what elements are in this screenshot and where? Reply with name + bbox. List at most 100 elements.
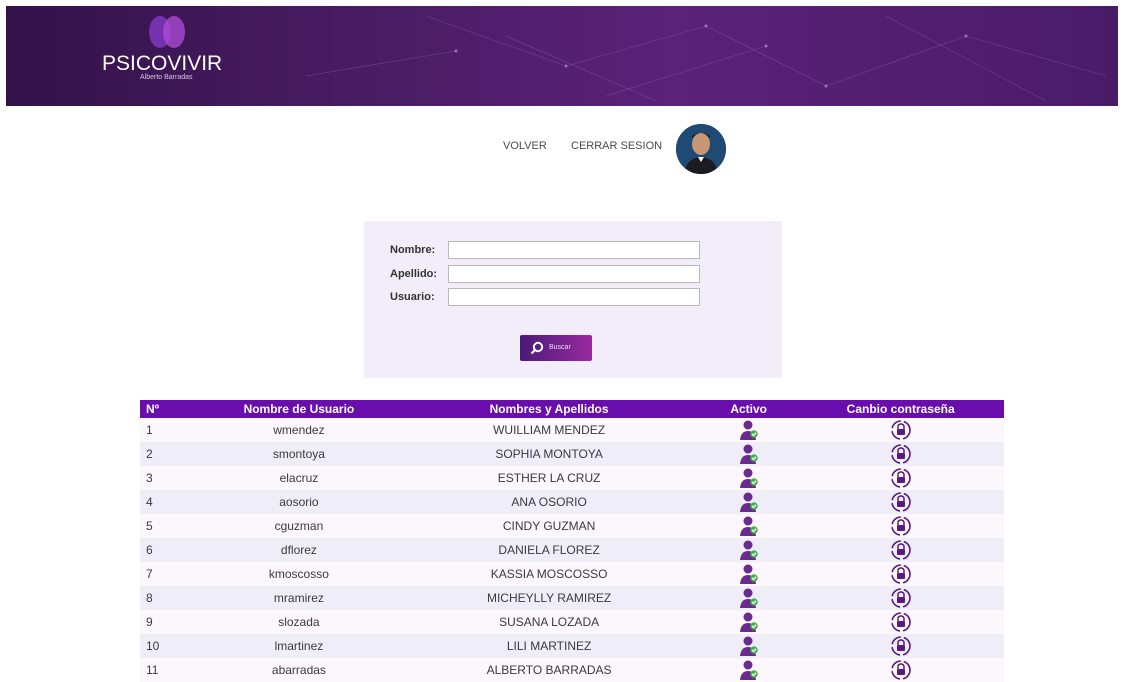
user-avatar[interactable] [676,124,726,174]
users-table: Nº Nombre de Usuario Nombres y Apellidos… [140,400,1004,682]
row-number: 10 [140,634,200,658]
search-button-label: Buscar [549,344,571,351]
user-active-icon[interactable] [739,563,759,585]
row-fullname: MICHEYLLY RAMIREZ [398,586,700,610]
password-change-icon[interactable] [890,419,912,441]
password-change-icon[interactable] [890,659,912,681]
password-change-icon[interactable] [890,467,912,489]
logout-link[interactable]: CERRAR SESION [571,140,662,152]
row-fullname: LILI MARTINEZ [398,634,700,658]
row-number: 2 [140,442,200,466]
usuario-input[interactable] [448,288,700,306]
row-fullname: ESTHER LA CRUZ [398,466,700,490]
row-active-cell [699,442,798,466]
table-row: 2 smontoya SOPHIA MONTOYA [140,442,1004,466]
row-username: mramirez [199,586,399,610]
row-active-cell [699,514,798,538]
user-active-icon[interactable] [739,419,759,441]
row-number: 6 [140,538,200,562]
table-row: 6 dflorez DANIELA FLOREZ [140,538,1004,562]
search-panel: Nombre: Apellido: Usuario: Buscar [364,221,782,378]
password-change-icon[interactable] [890,443,912,465]
password-change-icon[interactable] [890,491,912,513]
row-active-cell [699,634,798,658]
row-number: 8 [140,586,200,610]
person-photo-icon [676,124,726,174]
row-username: kmoscosso [199,562,399,586]
row-password-cell [797,610,1004,634]
row-fullname: SOPHIA MONTOYA [398,442,700,466]
row-active-cell [699,562,798,586]
row-username: elacruz [199,466,399,490]
row-username: abarradas [199,658,399,682]
table-row: 10 lmartinez LILI MARTINEZ [140,634,1004,658]
row-number: 11 [140,658,200,682]
row-fullname: WUILLIAM MENDEZ [398,418,700,442]
logo-title: PSICOVIVIR [102,52,223,75]
table-row: 9 slozada SUSANA LOZADA [140,610,1004,634]
row-number: 3 [140,466,200,490]
row-password-cell [797,490,1004,514]
password-change-icon[interactable] [890,563,912,585]
user-active-icon[interactable] [739,467,759,489]
row-fullname: ANA OSORIO [398,490,700,514]
col-header-number: Nº [140,400,200,418]
row-fullname: CINDY GUZMAN [398,514,700,538]
row-active-cell [699,538,798,562]
row-username: lmartinez [199,634,399,658]
row-password-cell [797,586,1004,610]
row-active-cell [699,490,798,514]
row-fullname: DANIELA FLOREZ [398,538,700,562]
password-change-icon[interactable] [890,515,912,537]
col-header-username: Nombre de Usuario [199,400,399,418]
logo-subtitle: Alberto Barradas [140,74,193,81]
password-change-icon[interactable] [890,635,912,657]
row-active-cell [699,418,798,442]
col-header-fullname: Nombres y Apellidos [398,400,700,418]
col-header-active: Activo [699,400,798,418]
row-fullname: KASSIA MOSCOSSO [398,562,700,586]
row-number: 9 [140,610,200,634]
row-number: 5 [140,514,200,538]
usuario-label: Usuario: [390,291,435,303]
user-active-icon[interactable] [739,611,759,633]
user-active-icon[interactable] [739,443,759,465]
nombre-label: Nombre: [390,244,436,256]
table-row: 3 elacruz ESTHER LA CRUZ [140,466,1004,490]
row-active-cell [699,466,798,490]
header-banner: PSICOVIVIR Alberto Barradas [6,6,1118,106]
row-username: aosorio [199,490,399,514]
row-fullname: SUSANA LOZADA [398,610,700,634]
row-active-cell [699,658,798,682]
psicovivir-logo[interactable]: PSICOVIVIR Alberto Barradas [102,14,242,84]
user-active-icon[interactable] [739,635,759,657]
row-password-cell [797,442,1004,466]
row-username: smontoya [199,442,399,466]
nombre-input[interactable] [448,241,700,259]
table-row: 1 wmendez WUILLIAM MENDEZ [140,418,1004,442]
password-change-icon[interactable] [890,539,912,561]
row-password-cell [797,538,1004,562]
password-change-icon[interactable] [890,587,912,609]
row-password-cell [797,562,1004,586]
col-header-password-change: Canbio contraseña [797,400,1004,418]
back-link[interactable]: VOLVER [503,140,547,152]
row-username: cguzman [199,514,399,538]
user-active-icon[interactable] [739,587,759,609]
password-change-icon[interactable] [890,611,912,633]
row-number: 7 [140,562,200,586]
table-row: 5 cguzman CINDY GUZMAN [140,514,1004,538]
row-fullname: ALBERTO BARRADAS [398,658,700,682]
search-button[interactable]: Buscar [520,335,592,361]
user-active-icon[interactable] [739,659,759,681]
user-active-icon[interactable] [739,539,759,561]
user-active-icon[interactable] [739,515,759,537]
user-active-icon[interactable] [739,491,759,513]
magnifier-icon [530,341,544,357]
row-active-cell [699,586,798,610]
row-password-cell [797,418,1004,442]
row-password-cell [797,466,1004,490]
apellido-input[interactable] [448,265,700,283]
row-username: slozada [199,610,399,634]
row-password-cell [797,634,1004,658]
